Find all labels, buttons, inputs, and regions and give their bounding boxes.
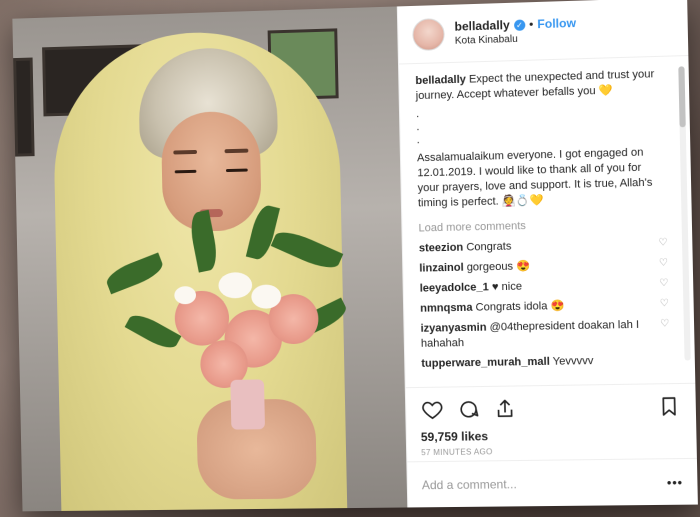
comment-text: Congrats (466, 240, 512, 255)
caption-dots: . . . (416, 101, 666, 147)
separator-dot: • (528, 17, 534, 32)
caption: belladally Expect the unexpected and tru… (415, 67, 664, 104)
post-sidebar: belladally ✓ • Follow Kota Kinabalu bell… (396, 0, 698, 508)
like-comment-heart-icon[interactable]: ♡ (659, 257, 668, 271)
add-comment-input[interactable]: Add a comment... (422, 477, 517, 492)
post-photo[interactable] (12, 6, 408, 512)
header-top-row: belladally ✓ • Follow (454, 16, 576, 34)
yellow-heart-icon: 💛 (598, 84, 613, 97)
comment-text: Yevvvvv (552, 354, 594, 368)
comments-area[interactable]: belladally Expect the unexpected and tru… (399, 56, 695, 387)
comment-text: ♥ nice (491, 280, 523, 294)
like-comment-heart-icon[interactable]: ♡ (659, 277, 668, 291)
like-heart-icon[interactable] (420, 398, 445, 422)
like-comment-heart-icon[interactable]: ♡ (660, 297, 669, 311)
scrollbar-thumb[interactable] (678, 66, 686, 128)
more-options-icon[interactable]: ••• (667, 475, 683, 489)
likes-count[interactable]: 59,759 likes (421, 427, 682, 444)
verified-badge-icon: ✓ (513, 18, 526, 31)
comment-username[interactable]: steezion (419, 242, 464, 255)
load-more-comments-button[interactable]: Load more comments (418, 215, 667, 235)
caption-emoji-icon: 👰💍💛 (501, 194, 544, 208)
eyelashes (225, 168, 248, 173)
caption-username[interactable]: belladally (415, 74, 466, 87)
post-header: belladally ✓ • Follow Kota Kinabalu (397, 0, 689, 65)
eyelashes (174, 169, 197, 174)
comment-item: nmnqsma Congrats idola 😍 ♡ (420, 297, 669, 317)
heart-eyes-emoji-icon: 😍 (550, 299, 565, 313)
scrollbar[interactable] (678, 66, 691, 361)
like-comment-heart-icon[interactable]: ♡ (660, 317, 669, 331)
eyebrow (224, 148, 249, 154)
comment-item: linzainol gorgeous 😍 ♡ (419, 257, 668, 277)
username-link[interactable]: belladally (454, 18, 510, 34)
location-link[interactable]: Kota Kinabalu (455, 32, 577, 47)
eyebrow (173, 149, 198, 155)
bouquet-stem (230, 379, 266, 430)
comment-username[interactable]: leeyadolce_1 (420, 281, 489, 294)
comment-username[interactable]: tupperware_murah_mall (421, 355, 550, 369)
comment-text: Congrats idola (475, 300, 548, 314)
action-icons-row (420, 394, 682, 422)
comment-username[interactable]: izyanyasmin (420, 321, 486, 334)
comment-item: steezion Congrats ♡ (419, 237, 668, 257)
wall-picture-frame (13, 57, 35, 157)
comment-item: izyanyasmin @04thepresident doakan lah I… (420, 317, 669, 351)
action-bar: 59,759 likes 57 MINUTES AGO (405, 382, 697, 462)
bookmark-icon[interactable] (657, 394, 682, 419)
follow-button[interactable]: Follow (537, 16, 576, 31)
add-comment-bar: Add a comment... ••• (407, 457, 698, 508)
heart-eyes-emoji-icon: 😍 (516, 260, 531, 273)
comment-item: leeyadolce_1 ♥ nice ♡ (420, 277, 669, 297)
caption-body: Assalamualaikum everyone. I got engaged … (417, 145, 667, 211)
comment-username[interactable]: nmnqsma (420, 302, 473, 315)
instagram-post-card: belladally ✓ • Follow Kota Kinabalu bell… (12, 0, 698, 512)
comment-item: tupperware_murah_mall Yevvvvv (421, 352, 670, 371)
share-icon[interactable] (493, 397, 518, 422)
header-info: belladally ✓ • Follow Kota Kinabalu (454, 16, 576, 47)
comment-username[interactable]: linzainol (419, 262, 464, 275)
avatar[interactable] (412, 17, 445, 51)
like-comment-heart-icon[interactable]: ♡ (658, 237, 667, 251)
comment-bubble-icon[interactable] (456, 397, 481, 421)
comment-text: gorgeous (466, 260, 514, 274)
post-timestamp: 57 MINUTES AGO (421, 447, 493, 458)
